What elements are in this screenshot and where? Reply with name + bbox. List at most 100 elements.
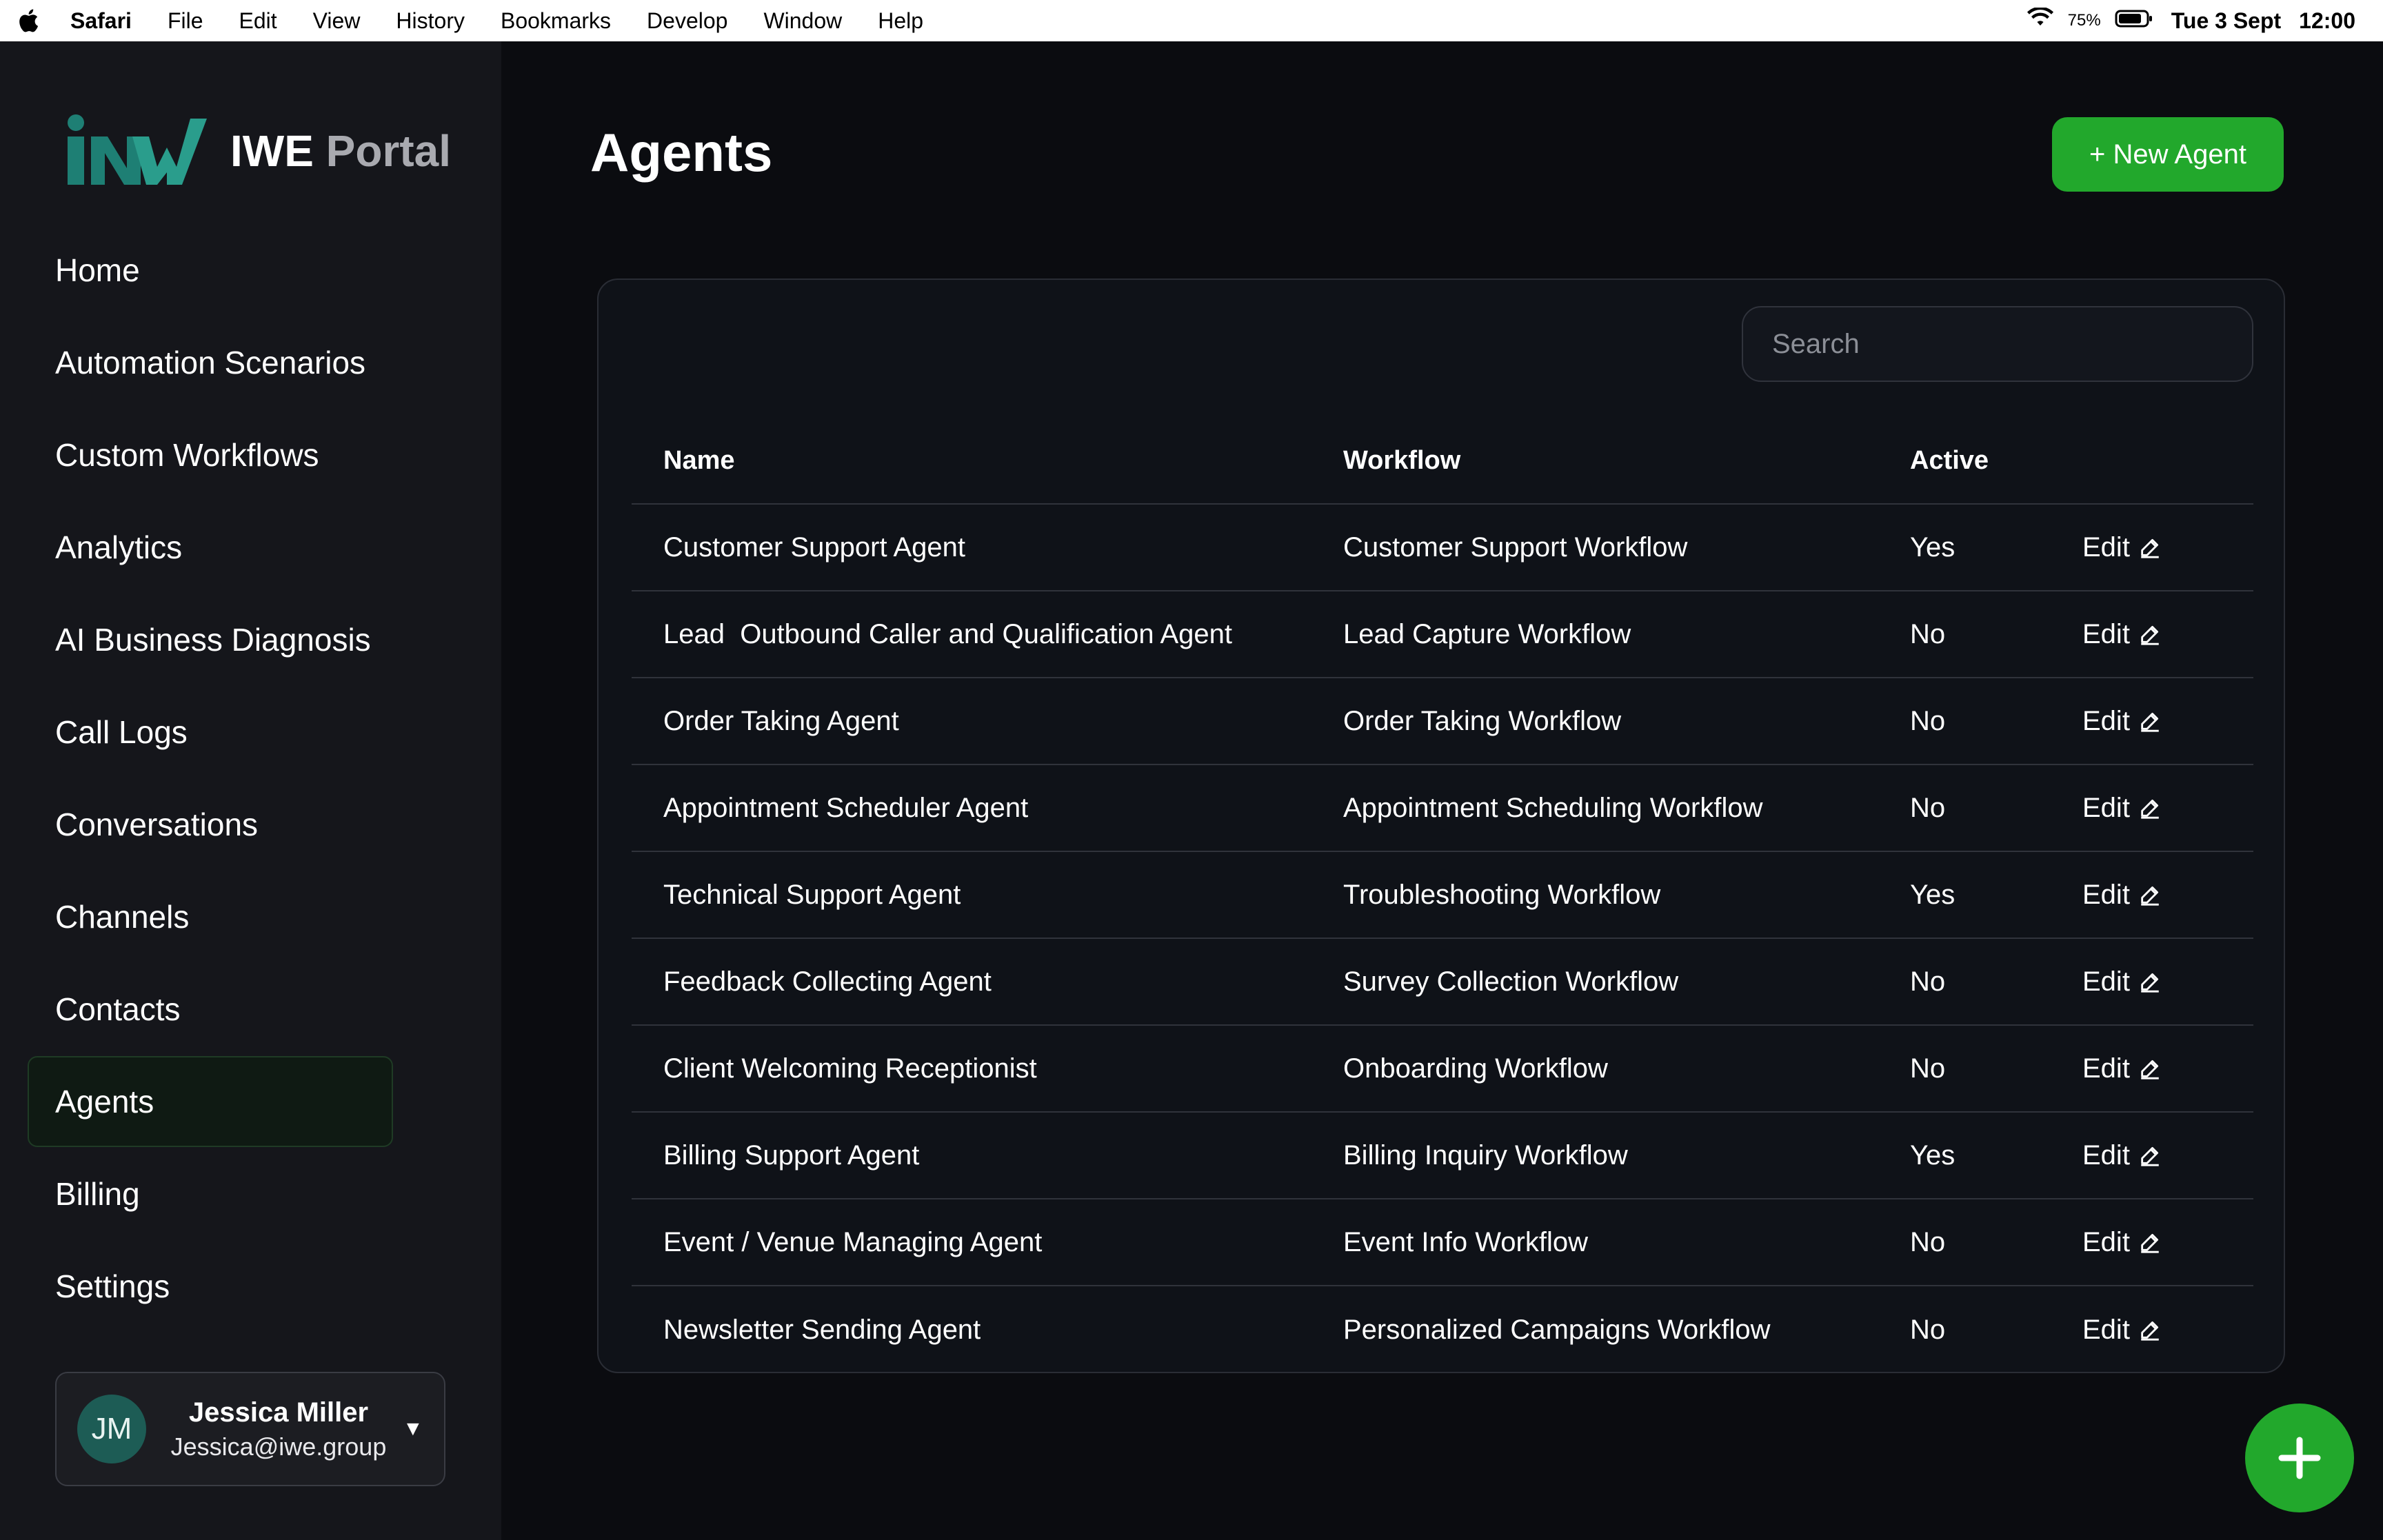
sidebar-item-settings[interactable]: Settings bbox=[28, 1241, 476, 1332]
menu-view[interactable]: View bbox=[313, 8, 361, 34]
edit-label: Edit bbox=[2082, 879, 2130, 910]
sidebar-item-conversations[interactable]: Conversations bbox=[28, 779, 476, 870]
menu-time[interactable]: 12:00 bbox=[2299, 8, 2355, 34]
sidebar-item-billing[interactable]: Billing bbox=[28, 1148, 476, 1239]
agent-workflow: Troubleshooting Workflow bbox=[1343, 879, 1661, 910]
agent-workflow: Onboarding Workflow bbox=[1343, 1053, 1608, 1084]
menu-develop[interactable]: Develop bbox=[647, 8, 727, 34]
sidebar-item-agents[interactable]: Agents bbox=[28, 1056, 393, 1147]
agent-name: Client Welcoming Receptionist bbox=[663, 1053, 1037, 1084]
table-row[interactable]: Newsletter Sending Agent Personalized Ca… bbox=[632, 1286, 2253, 1373]
sidebar-nav: Home Automation Scenarios Custom Workflo… bbox=[28, 225, 476, 1333]
agent-active: Yes bbox=[1910, 531, 1955, 563]
agents-panel: Name Workflow Active Customer Support Ag… bbox=[597, 278, 2285, 1373]
agent-active: Yes bbox=[1910, 879, 1955, 910]
user-menu[interactable]: JM Jessica Miller Jessica@iwe.group ▼ bbox=[55, 1372, 445, 1486]
edit-label: Edit bbox=[2082, 1053, 2130, 1084]
brand-name-secondary: Portal bbox=[325, 126, 452, 176]
sidebar-item-ai-business-diagnosis[interactable]: AI Business Diagnosis bbox=[28, 594, 476, 685]
caret-down-icon[interactable]: ▼ bbox=[403, 1417, 423, 1441]
menu-edit[interactable]: Edit bbox=[239, 8, 277, 34]
column-header-active[interactable]: Active bbox=[1910, 446, 2082, 476]
edit-button[interactable]: Edit bbox=[2082, 532, 2162, 563]
pencil-icon bbox=[2141, 1060, 2159, 1080]
menu-app-name[interactable]: Safari bbox=[70, 8, 132, 34]
new-agent-button[interactable]: + New Agent bbox=[2052, 117, 2284, 192]
menu-window[interactable]: Window bbox=[763, 8, 842, 34]
table-row[interactable]: Lead Outbound Caller and Qualification A… bbox=[632, 591, 2253, 678]
agent-workflow: Lead Capture Workflow bbox=[1343, 618, 1631, 649]
menu-file[interactable]: File bbox=[168, 8, 203, 34]
agent-workflow: Personalized Campaigns Workflow bbox=[1343, 1314, 1771, 1345]
table-row[interactable]: Event / Venue Managing Agent Event Info … bbox=[632, 1199, 2253, 1286]
pencil-icon bbox=[2141, 1146, 2159, 1166]
battery-percentage: 75% bbox=[2067, 11, 2101, 30]
agent-name: Order Taking Agent bbox=[663, 705, 899, 736]
menu-help[interactable]: Help bbox=[878, 8, 923, 34]
agent-name: Appointment Scheduler Agent bbox=[663, 792, 1029, 823]
edit-button[interactable]: Edit bbox=[2082, 1227, 2162, 1258]
user-name: Jessica Miller bbox=[188, 1397, 369, 1428]
menu-history[interactable]: History bbox=[396, 8, 465, 34]
sidebar-item-automation-scenarios[interactable]: Automation Scenarios bbox=[28, 317, 476, 408]
pencil-icon bbox=[2141, 712, 2159, 732]
floating-add-button[interactable] bbox=[2245, 1404, 2354, 1512]
edit-button[interactable]: Edit bbox=[2082, 706, 2162, 737]
sidebar-item-contacts[interactable]: Contacts bbox=[28, 964, 476, 1055]
table-row[interactable]: Order Taking Agent Order Taking Workflow… bbox=[632, 678, 2253, 765]
apple-logo-icon[interactable] bbox=[18, 7, 43, 34]
edit-label: Edit bbox=[2082, 705, 2130, 736]
agent-workflow: Billing Inquiry Workflow bbox=[1343, 1139, 1628, 1171]
pencil-icon bbox=[2141, 886, 2159, 906]
user-email: Jessica@iwe.group bbox=[170, 1432, 387, 1461]
agent-active: No bbox=[1910, 618, 1946, 649]
edit-label: Edit bbox=[2082, 792, 2130, 823]
edit-button[interactable]: Edit bbox=[2082, 1053, 2162, 1084]
page-title: Agents bbox=[590, 122, 773, 183]
agent-active: No bbox=[1910, 966, 1946, 997]
sidebar-item-custom-workflows[interactable]: Custom Workflows bbox=[28, 409, 476, 500]
column-header-name[interactable]: Name bbox=[632, 446, 1343, 476]
edit-button[interactable]: Edit bbox=[2082, 619, 2162, 650]
table-row[interactable]: Feedback Collecting Agent Survey Collect… bbox=[632, 939, 2253, 1026]
search-input[interactable] bbox=[1742, 306, 2253, 382]
agent-active: No bbox=[1910, 1053, 1946, 1084]
sidebar-item-call-logs[interactable]: Call Logs bbox=[28, 687, 476, 778]
brand-name: IWE Portal bbox=[230, 125, 451, 176]
table-row[interactable]: Technical Support Agent Troubleshooting … bbox=[632, 852, 2253, 939]
sidebar-item-analytics[interactable]: Analytics bbox=[28, 502, 476, 593]
table-row[interactable]: Client Welcoming Receptionist Onboarding… bbox=[632, 1026, 2253, 1113]
agent-active: No bbox=[1910, 792, 1946, 823]
edit-label: Edit bbox=[2082, 531, 2130, 563]
sidebar-item-channels[interactable]: Channels bbox=[28, 871, 476, 962]
agent-name: Lead Outbound Caller and Qualification A… bbox=[663, 618, 1233, 649]
menu-date[interactable]: Tue 3 Sept bbox=[2171, 8, 2281, 34]
battery-icon[interactable] bbox=[2115, 8, 2153, 34]
brand[interactable]: IWE Portal bbox=[63, 113, 451, 189]
edit-button[interactable]: Edit bbox=[2082, 1140, 2162, 1171]
edit-button[interactable]: Edit bbox=[2082, 793, 2162, 824]
pencil-icon bbox=[2141, 1321, 2159, 1341]
column-header-workflow[interactable]: Workflow bbox=[1343, 446, 1910, 476]
agent-name: Feedback Collecting Agent bbox=[663, 966, 992, 997]
agent-workflow: Survey Collection Workflow bbox=[1343, 966, 1679, 997]
agent-name: Event / Venue Managing Agent bbox=[663, 1226, 1043, 1257]
table-row[interactable]: Appointment Scheduler Agent Appointment … bbox=[632, 765, 2253, 852]
edit-button[interactable]: Edit bbox=[2082, 966, 2162, 997]
table-row[interactable]: Customer Support Agent Customer Support … bbox=[632, 505, 2253, 591]
pencil-icon bbox=[2141, 538, 2159, 558]
edit-button[interactable]: Edit bbox=[2082, 880, 2162, 911]
agent-active: Yes bbox=[1910, 1139, 1955, 1171]
edit-button[interactable]: Edit bbox=[2082, 1315, 2162, 1346]
avatar: JM bbox=[77, 1395, 146, 1463]
sidebar-item-home[interactable]: Home bbox=[28, 225, 476, 316]
agent-active: No bbox=[1910, 1314, 1946, 1345]
edit-label: Edit bbox=[2082, 1139, 2130, 1171]
table-row[interactable]: Billing Support Agent Billing Inquiry Wo… bbox=[632, 1113, 2253, 1199]
agents-table: Name Workflow Active Customer Support Ag… bbox=[632, 418, 2253, 1373]
wifi-icon[interactable] bbox=[2027, 6, 2054, 34]
agent-name: Billing Support Agent bbox=[663, 1139, 920, 1171]
table-header: Name Workflow Active bbox=[632, 418, 2253, 505]
menu-bookmarks[interactable]: Bookmarks bbox=[501, 8, 611, 34]
sidebar: IWE Portal Home Automation Scenarios Cus… bbox=[0, 41, 501, 1540]
